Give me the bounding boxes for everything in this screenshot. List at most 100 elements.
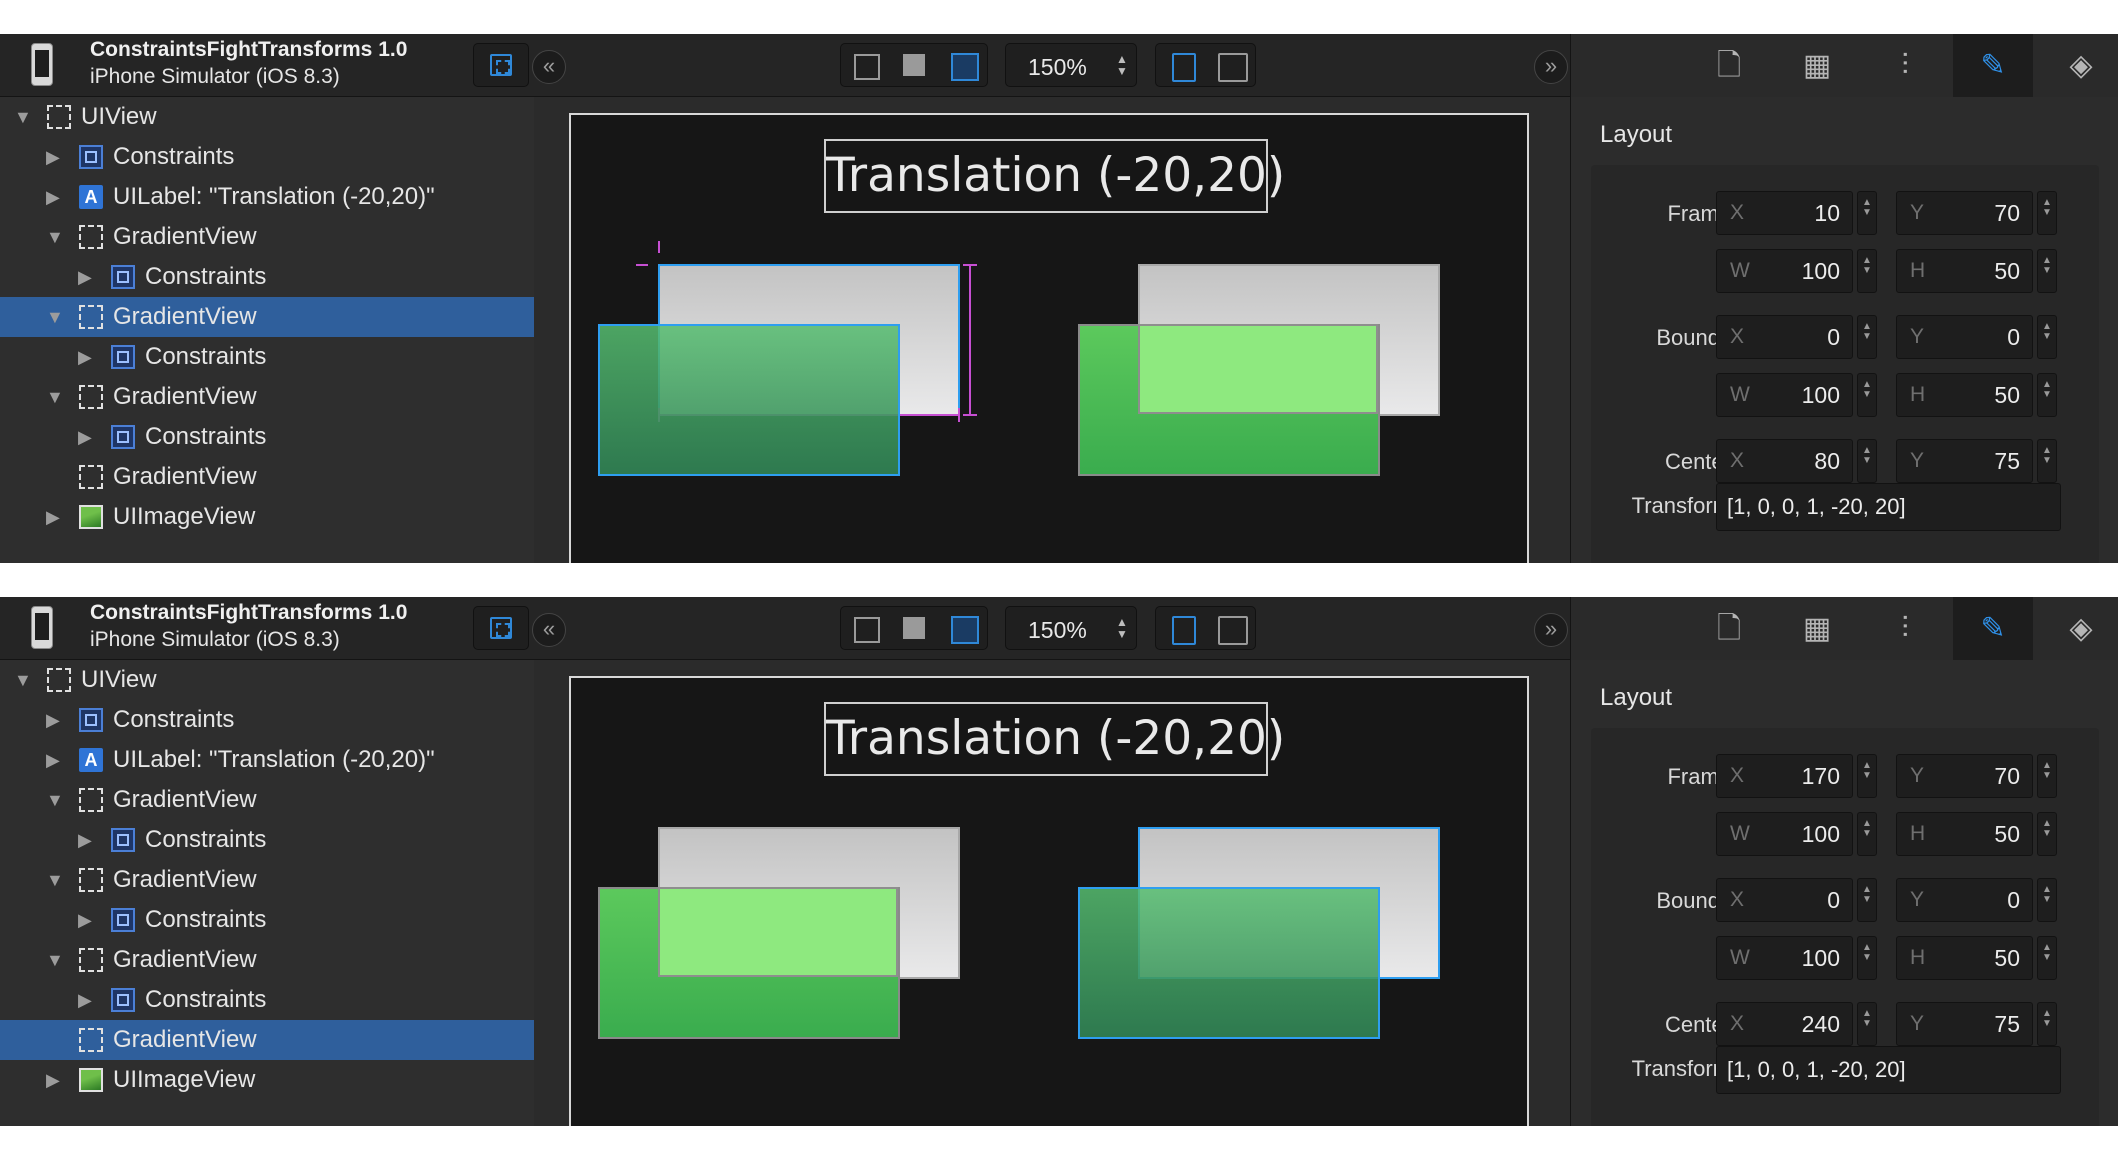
- device-screen[interactable]: Translation (-20,20): [569, 113, 1529, 563]
- stepper-icon[interactable]: ▲ ▼: [1857, 249, 1877, 293]
- stepper-icon[interactable]: ▲ ▼: [1857, 1002, 1877, 1046]
- view-mode-segmented[interactable]: [1155, 606, 1256, 650]
- disclosure-closed-icon[interactable]: ▶: [46, 710, 60, 731]
- bounds-h-field[interactable]: H 50: [1896, 373, 2033, 417]
- stepper-icon[interactable]: ▲ ▼: [2037, 191, 2057, 235]
- gradient-view-overlap[interactable]: [658, 887, 898, 977]
- center-x-field[interactable]: X 80: [1716, 439, 1853, 483]
- frame-w-field[interactable]: W 100: [1716, 249, 1853, 293]
- disclosure-open-icon[interactable]: ▼: [46, 307, 64, 328]
- tree-row-uilabel[interactable]: ▶ A UILabel: "Translation (-20,20)": [0, 177, 534, 217]
- tree-row-constraints[interactable]: ▶ Constraints: [0, 980, 534, 1020]
- gradient-view-green-selected[interactable]: [1078, 887, 1380, 1039]
- contents-icon[interactable]: [903, 54, 925, 76]
- disclosure-open-icon[interactable]: ▼: [46, 950, 64, 971]
- disclosure-closed-icon[interactable]: ▶: [78, 267, 92, 288]
- show-constraints-button[interactable]: [473, 43, 529, 87]
- table-icon[interactable]: ▦: [1777, 34, 1857, 97]
- tree-row-uilabel[interactable]: ▶ A UILabel: "Translation (-20,20)": [0, 740, 534, 780]
- device-screen[interactable]: Translation (-20,20): [569, 676, 1529, 1126]
- bounds-w-field[interactable]: W 100: [1716, 936, 1853, 980]
- transform-field[interactable]: [1, 0, 0, 1, -20, 20]: [1716, 1046, 2061, 1094]
- disclosure-closed-icon[interactable]: ▶: [46, 147, 60, 168]
- layers-icon[interactable]: ◈: [2041, 597, 2118, 660]
- tree-row-uiview[interactable]: ▼ UIView: [0, 660, 534, 700]
- stepper-icon[interactable]: ▲ ▼: [1857, 439, 1877, 483]
- stepper-icon[interactable]: ▲ ▼: [1857, 812, 1877, 856]
- tree-row-uiview[interactable]: ▼ UIView: [0, 97, 534, 137]
- stepper-icon[interactable]: ▲ ▼: [2037, 754, 2057, 798]
- bounds-y-field[interactable]: Y0: [1896, 315, 2033, 359]
- tree-row-constraints[interactable]: ▶ Constraints: [0, 337, 534, 377]
- stepper-icon[interactable]: ▲ ▼: [2037, 812, 2057, 856]
- frame-y-field[interactable]: Y 70: [1896, 754, 2033, 798]
- bounds-w-field[interactable]: W 100: [1716, 373, 1853, 417]
- tree-row-gradientview[interactable]: ▼ GradientView: [0, 940, 534, 980]
- center-y-field[interactable]: Y 75: [1896, 1002, 2033, 1046]
- wireframe-icon[interactable]: [854, 617, 880, 643]
- tree-row-uiimageview[interactable]: ▶ UIImageView: [0, 497, 534, 537]
- contents-icon[interactable]: [903, 617, 925, 639]
- show-constraints-button[interactable]: [473, 606, 529, 650]
- disclosure-closed-icon[interactable]: ▶: [78, 347, 92, 368]
- ruler-icon[interactable]: ✎: [1953, 597, 2033, 660]
- stepper-icon[interactable]: ▲ ▼: [2037, 439, 2057, 483]
- disclosure-open-icon[interactable]: ▼: [46, 790, 64, 811]
- center-x-field[interactable]: X 240: [1716, 1002, 1853, 1046]
- table-icon[interactable]: ▦: [1777, 597, 1857, 660]
- tree-row-constraints[interactable]: ▶ Constraints: [0, 700, 534, 740]
- frame-x-field[interactable]: X 10: [1716, 191, 1853, 235]
- stepper-icon[interactable]: ▲ ▼: [2037, 249, 2057, 293]
- 3d-view-icon[interactable]: [1218, 616, 1248, 645]
- stepper-icon[interactable]: ▲ ▼: [2037, 936, 2057, 980]
- zoom-arrows-icon[interactable]: ▲ ▼: [1116, 53, 1128, 77]
- tree-row-gradientview[interactable]: ▼ GradientView: [0, 217, 534, 257]
- bounds-h-field[interactable]: H 50: [1896, 936, 2033, 980]
- bounds-x-field[interactable]: X0: [1716, 315, 1853, 359]
- file-icon[interactable]: 🗋: [1689, 34, 1769, 97]
- disclosure-closed-icon[interactable]: ▶: [46, 507, 60, 528]
- zoom-stepper[interactable]: 150% ▲ ▼: [1005, 606, 1137, 650]
- stepper-icon[interactable]: ▲ ▼: [2037, 1002, 2057, 1046]
- frame-y-field[interactable]: Y 70: [1896, 191, 2033, 235]
- center-y-field[interactable]: Y 75: [1896, 439, 2033, 483]
- stepper-icon[interactable]: ▲ ▼: [1857, 936, 1877, 980]
- tree-row-gradientview-selected[interactable]: ▼ GradientView: [0, 297, 534, 337]
- bounds-x-field[interactable]: X0: [1716, 878, 1853, 922]
- gradient-view-green-selected[interactable]: [598, 324, 900, 476]
- view-mode-segmented[interactable]: [1155, 43, 1256, 87]
- disclosure-closed-icon[interactable]: ▶: [46, 750, 60, 771]
- ruler-icon[interactable]: ✎: [1953, 34, 2033, 97]
- wireframe-contents-icon[interactable]: [951, 53, 979, 81]
- sliders-icon[interactable]: ⫶: [1865, 34, 1945, 97]
- collapse-right-button[interactable]: »: [1534, 50, 1568, 84]
- tree-row-gradientview[interactable]: ▼ GradientView: [0, 377, 534, 417]
- disclosure-closed-icon[interactable]: ▶: [78, 427, 92, 448]
- collapse-right-button[interactable]: »: [1534, 613, 1568, 647]
- frame-x-field[interactable]: X 170: [1716, 754, 1853, 798]
- canvas-area[interactable]: Translation (-20,20): [534, 660, 1570, 1126]
- tree-row-uiimageview[interactable]: ▶ UIImageView: [0, 1060, 534, 1100]
- disclosure-closed-icon[interactable]: ▶: [78, 830, 92, 851]
- zoom-arrows-icon[interactable]: ▲ ▼: [1116, 616, 1128, 640]
- disclosure-open-icon[interactable]: ▼: [46, 387, 64, 408]
- zoom-stepper[interactable]: 150% ▲ ▼: [1005, 43, 1137, 87]
- collapse-left-button[interactable]: «: [532, 613, 566, 647]
- collapse-left-button[interactable]: «: [532, 50, 566, 84]
- tree-row-constraints[interactable]: ▶ Constraints: [0, 900, 534, 940]
- disclosure-open-icon[interactable]: ▼: [14, 670, 32, 691]
- stepper-icon[interactable]: ▲ ▼: [1857, 373, 1877, 417]
- translation-label[interactable]: Translation (-20,20): [824, 702, 1285, 776]
- tree-row-gradientview-selected[interactable]: GradientView: [0, 1020, 534, 1060]
- 3d-view-icon[interactable]: [1218, 53, 1248, 82]
- tree-row-constraints[interactable]: ▶ Constraints: [0, 417, 534, 457]
- wireframe-contents-icon[interactable]: [951, 616, 979, 644]
- 2d-view-icon[interactable]: [1172, 53, 1196, 82]
- tree-row-gradientview[interactable]: GradientView: [0, 457, 534, 497]
- 2d-view-icon[interactable]: [1172, 616, 1196, 645]
- layers-icon[interactable]: ◈: [2041, 34, 2118, 97]
- stepper-icon[interactable]: ▲ ▼: [1857, 754, 1877, 798]
- gradient-view-overlap[interactable]: [1138, 324, 1378, 414]
- display-mode-segmented[interactable]: [840, 43, 988, 87]
- tree-row-constraints[interactable]: ▶ Constraints: [0, 257, 534, 297]
